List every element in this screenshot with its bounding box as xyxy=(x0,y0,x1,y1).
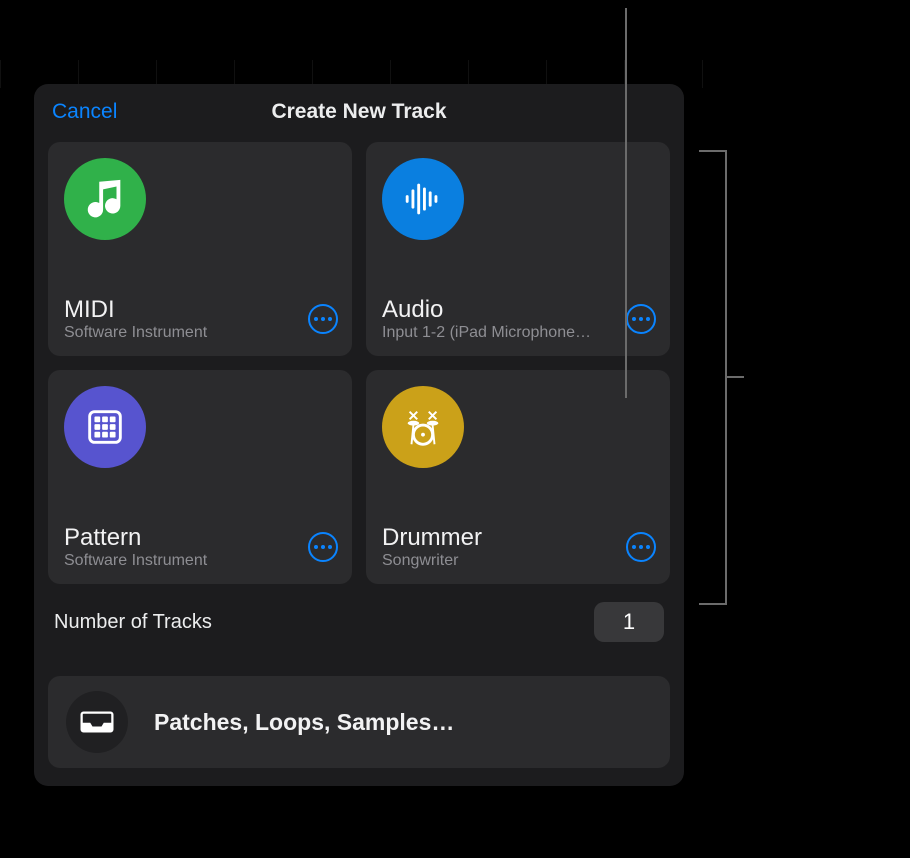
annotation-bracket-cap xyxy=(699,603,726,605)
track-card-subtitle: Software Instrument xyxy=(64,324,294,342)
track-card-title: Pattern xyxy=(64,524,294,552)
number-of-tracks-row: Number of Tracks 1 xyxy=(48,602,670,642)
ellipsis-icon xyxy=(314,545,318,549)
track-card-drummer[interactable]: Drummer Songwriter xyxy=(366,370,670,584)
music-note-icon xyxy=(64,158,146,240)
ellipsis-icon xyxy=(314,317,318,321)
sheet-header: Cancel Create New Track xyxy=(48,98,670,134)
patches-loops-samples-row[interactable]: Patches, Loops, Samples… xyxy=(48,676,670,768)
waveform-icon xyxy=(382,158,464,240)
tray-icon xyxy=(66,691,128,753)
number-of-tracks-stepper[interactable]: 1 xyxy=(594,602,664,642)
track-card-subtitle: Software Instrument xyxy=(64,552,294,570)
annotation-leader xyxy=(726,376,744,378)
track-type-grid: MIDI Software Instrument Audio xyxy=(48,142,670,584)
more-options-button[interactable] xyxy=(308,304,338,334)
track-card-title: MIDI xyxy=(64,296,294,324)
more-options-button[interactable] xyxy=(626,532,656,562)
ellipsis-icon xyxy=(632,545,636,549)
grid-icon xyxy=(64,386,146,468)
annotation-bracket-cap xyxy=(699,150,726,152)
track-card-subtitle: Songwriter xyxy=(382,552,612,570)
patches-row-label: Patches, Loops, Samples… xyxy=(154,709,454,736)
number-of-tracks-value: 1 xyxy=(623,609,635,635)
more-options-button[interactable] xyxy=(308,532,338,562)
track-card-title: Audio xyxy=(382,296,612,324)
track-card-subtitle: Input 1-2 (iPad Microphone… xyxy=(382,324,612,342)
create-new-track-sheet: Cancel Create New Track MIDI Software In… xyxy=(34,84,684,786)
ellipsis-icon xyxy=(632,317,636,321)
annotation-line xyxy=(625,8,627,398)
drum-kit-icon xyxy=(382,386,464,468)
track-card-pattern[interactable]: Pattern Software Instrument xyxy=(48,370,352,584)
track-card-title: Drummer xyxy=(382,524,612,552)
more-options-button[interactable] xyxy=(626,304,656,334)
number-of-tracks-label: Number of Tracks xyxy=(54,611,212,634)
sheet-title: Create New Track xyxy=(48,100,670,124)
track-card-midi[interactable]: MIDI Software Instrument xyxy=(48,142,352,356)
